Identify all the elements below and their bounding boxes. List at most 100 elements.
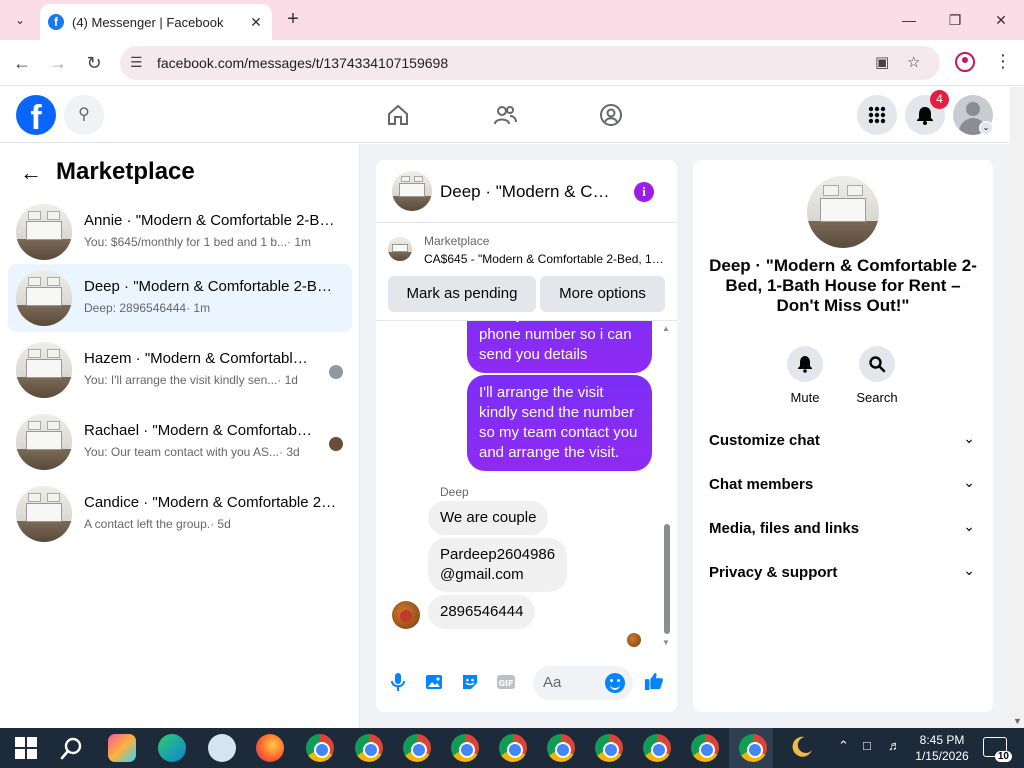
chrome-icon[interactable] [547, 734, 575, 762]
conversation-item-deep[interactable]: Deep · "Modern & Comfortable 2-Bed, 1-Ba… [8, 264, 352, 332]
conversation-item-rachael[interactable]: Rachael · "Modern & Comfortable 2-Bed, 1… [8, 408, 352, 476]
sticker-icon[interactable] [460, 672, 480, 692]
chat-title: Deep · "Modern & Comfortable 2-Bed, 1-Ba… [440, 182, 612, 201]
listing-thumbnail [16, 204, 72, 260]
read-receipt-avatar [328, 364, 344, 380]
friends-icon[interactable] [485, 99, 525, 131]
menu-grid-icon[interactable] [857, 95, 897, 135]
tab-close-icon[interactable]: ✕ [248, 14, 264, 31]
conversation-time: · 3d [279, 445, 300, 459]
marketplace-listing-strip: Marketplace CA$645 - "Modern & Comfortab… [376, 223, 677, 321]
search-in-chat-button[interactable]: Search [847, 346, 907, 405]
gallery-icon[interactable] [424, 672, 444, 692]
chrome-icon[interactable] [403, 734, 431, 762]
chat-members-section[interactable]: Chat members ⌄ [709, 468, 977, 504]
section-label: Customize chat [709, 432, 820, 449]
sender-name: Deep [440, 485, 469, 499]
account-chevron-icon[interactable]: ⌄ [979, 121, 993, 135]
emoji-icon[interactable] [605, 673, 625, 693]
conversation-name: Rachael · "Modern & Comfortable 2-Bed, 1… [84, 422, 312, 439]
notification-badge: 4 [930, 90, 949, 109]
edge-icon[interactable] [158, 734, 186, 762]
windows-start-icon[interactable] [12, 734, 40, 762]
taskbar-clock[interactable]: 8:45 PM 1/15/2026 [912, 732, 972, 764]
more-options-button[interactable]: More options [540, 276, 665, 312]
listing-thumbnail [16, 414, 72, 470]
svg-text:GIF: GIF [498, 679, 513, 688]
chevron-down-icon: ⌄ [963, 474, 975, 490]
conversation-item-hazem[interactable]: Hazem · "Modern & Comfortable 2-Bed, 1-B… [8, 336, 352, 404]
reload-icon[interactable]: ↻ [82, 51, 106, 75]
gif-icon[interactable]: GIF [496, 672, 516, 692]
search-icon [859, 346, 895, 382]
chevron-down-icon: ⌄ [963, 518, 975, 534]
install-app-icon[interactable]: ▣ [875, 53, 889, 71]
chrome-icon[interactable] [691, 734, 719, 762]
window-close-icon[interactable]: ✕ [986, 8, 1016, 32]
chrome-icon[interactable] [355, 734, 383, 762]
sender-avatar [392, 601, 420, 629]
conversation-time: · 1m [287, 235, 312, 249]
seen-avatar [627, 633, 641, 647]
thumbs-up-icon[interactable] [644, 671, 664, 691]
chat-header[interactable]: Deep · "Modern & Comfortable 2-Bed, 1-Ba… [376, 160, 677, 223]
back-icon[interactable]: ← [10, 51, 34, 75]
conversation-time: · 1m [186, 301, 211, 315]
browser-tab[interactable]: f (4) Messenger | Facebook ✕ [40, 4, 272, 40]
browser-toolbar: ← → ↻ ☰ facebook.com/messages/t/13743341… [0, 40, 1024, 86]
facebook-header: f ⚲ 4 ⌄ [0, 87, 1010, 143]
browser-menu-icon[interactable]: ⋮ [994, 51, 1012, 72]
conversation-snippet: You: $645/monthly for 1 bed and 1 b... [84, 235, 288, 249]
browser-tabstrip: ⌄ f (4) Messenger | Facebook ✕ + — ❐ ✕ [0, 0, 1024, 40]
site-settings-icon[interactable]: ☰ [130, 54, 143, 71]
back-arrow-icon[interactable]: ← [20, 160, 42, 186]
conversation-time: · 5d [210, 517, 231, 531]
network-icon[interactable]: □ [863, 738, 871, 753]
taskbar-search-icon[interactable] [58, 734, 86, 762]
chrome-icon[interactable] [595, 734, 623, 762]
listing-title[interactable]: CA$645 - "Modern & Comfortable 2-Bed, 1-… [424, 252, 664, 266]
privacy-support-section[interactable]: Privacy & support ⌄ [709, 556, 977, 592]
conversation-snippet: Deep: 2896546444 [84, 301, 187, 315]
thread-scrollbar[interactable]: ▲ ▼ [662, 324, 672, 656]
notification-center-icon[interactable]: 10 [983, 737, 1012, 762]
conversation-item-candice[interactable]: Candice · "Modern & Comfortable 2-Bed, 1… [8, 480, 352, 548]
tab-search-icon[interactable]: ⌄ [6, 8, 34, 32]
groups-icon[interactable] [591, 99, 631, 131]
read-receipt-avatar [328, 436, 344, 452]
volume-icon[interactable]: ♬ [888, 738, 901, 753]
night-mode-icon[interactable] [789, 734, 817, 762]
firefox-icon[interactable] [256, 734, 284, 762]
chat-panel: Deep · "Modern & Comfortable 2-Bed, 1-Ba… [376, 160, 677, 712]
forward-icon[interactable]: → [46, 51, 70, 75]
chrome-icon[interactable] [643, 734, 671, 762]
bookmark-star-icon[interactable]: ☆ [907, 53, 920, 71]
chrome-icon[interactable] [499, 734, 527, 762]
media-files-links-section[interactable]: Media, files and links ⌄ [709, 512, 977, 548]
chrome-icon[interactable] [451, 734, 479, 762]
page-scrollbar[interactable]: ▼ [1010, 87, 1024, 728]
facebook-logo-icon[interactable]: f [16, 95, 56, 135]
tray-chevron-icon[interactable]: ⌃ [838, 738, 849, 754]
info-icon[interactable]: i [634, 182, 654, 202]
chrome-icon[interactable] [306, 734, 334, 762]
copilot-icon[interactable] [108, 734, 136, 762]
new-tab-icon[interactable]: + [282, 8, 304, 30]
minimize-icon[interactable]: — [894, 8, 924, 32]
mute-button[interactable]: Mute [775, 346, 835, 405]
microphone-icon[interactable] [388, 672, 408, 692]
conversation-item-annie[interactable]: Annie · "Modern & Comfortable 2-Bed, 1-B… [8, 198, 352, 266]
search-icon[interactable]: ⚲ [64, 95, 104, 135]
conversation-time: · 1d [277, 373, 298, 387]
mark-as-pending-button[interactable]: Mark as pending [388, 276, 536, 312]
chrome-icon[interactable] [739, 734, 767, 762]
outgoing-message: send your email and phone number so i ca… [467, 321, 652, 373]
message-composer: GIF Aa [376, 660, 677, 704]
home-icon[interactable] [378, 99, 418, 131]
customize-chat-section[interactable]: Customize chat ⌄ [709, 424, 977, 460]
restore-icon[interactable]: ❐ [940, 8, 970, 32]
browser-profile-icon[interactable] [955, 52, 975, 72]
address-bar[interactable]: ☰ facebook.com/messages/t/13743341071596… [120, 46, 940, 80]
paint-icon[interactable] [208, 734, 236, 762]
section-label: Media, files and links [709, 520, 860, 537]
